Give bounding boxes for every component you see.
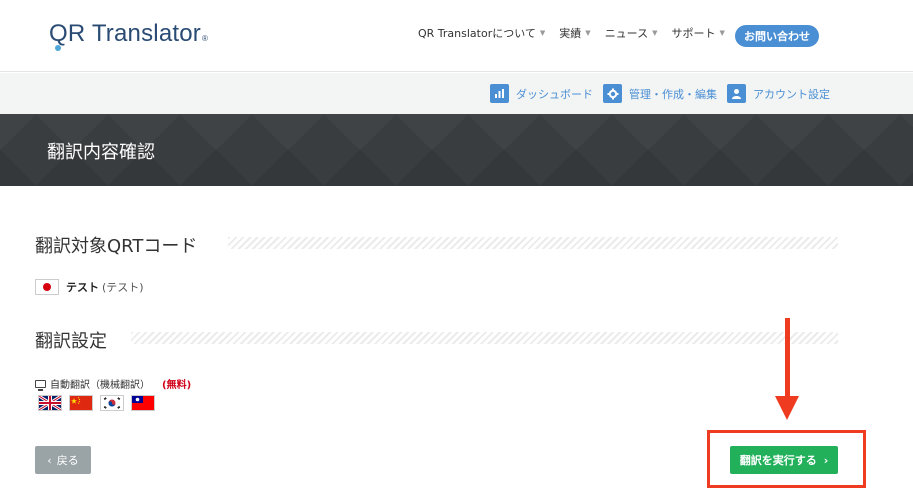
nav-item-support[interactable]: サポート ▼ bbox=[672, 25, 725, 41]
contact-button[interactable]: お問い合わせ bbox=[735, 25, 819, 47]
nav-item-news[interactable]: ニュース ▼ bbox=[605, 25, 658, 41]
chevron-left-icon: ‹ bbox=[47, 453, 52, 467]
gear-icon bbox=[603, 84, 622, 103]
nav-item-label: サポート bbox=[671, 27, 716, 40]
logo-text: R Translator bbox=[67, 20, 201, 47]
target-item-name: テスト bbox=[66, 281, 99, 294]
dashboard-link[interactable]: ダッシュボード bbox=[490, 84, 593, 103]
account-settings-link[interactable]: アカウント設定 bbox=[727, 84, 830, 103]
annotation-arrow-head bbox=[775, 396, 799, 420]
user-icon bbox=[727, 84, 746, 103]
section-divider bbox=[228, 237, 838, 249]
nav-item-label: QR Translatorについて bbox=[418, 27, 536, 40]
auto-translate-label-row: 自動翻訳（機械翻訳） (無料) bbox=[35, 376, 191, 391]
monitor-icon bbox=[35, 379, 46, 391]
target-language-flags bbox=[38, 395, 162, 411]
bar-chart-icon bbox=[490, 84, 509, 103]
chevron-down-icon: ▼ bbox=[652, 29, 658, 37]
target-item-subname: (テスト) bbox=[102, 281, 144, 294]
tw-flag-icon bbox=[131, 395, 155, 411]
execute-button-label: 翻訳を実行する bbox=[739, 454, 817, 467]
jp-flag-icon bbox=[35, 279, 59, 295]
kr-flag-icon bbox=[100, 395, 124, 411]
section-divider bbox=[131, 332, 838, 344]
execute-translation-button[interactable]: 翻訳を実行する › bbox=[730, 446, 838, 474]
logo-q: Q bbox=[49, 20, 68, 51]
chevron-down-icon: ▼ bbox=[585, 29, 591, 37]
free-badge: (無料) bbox=[162, 380, 192, 391]
nav-item-label: 実績 bbox=[559, 27, 582, 40]
cn-flag-icon bbox=[69, 395, 93, 411]
chevron-right-icon: › bbox=[823, 453, 829, 467]
target-section-heading: 翻訳対象QRTコード bbox=[35, 236, 198, 257]
manage-label: 管理・作成・編集 bbox=[629, 87, 717, 101]
chevron-down-icon: ▼ bbox=[719, 29, 725, 37]
auto-translate-label: 自動翻訳（機械翻訳） bbox=[50, 380, 150, 391]
back-button-label: 戻る bbox=[56, 454, 79, 467]
account-nav: ダッシュボード 管理・作成・編集 アカウント設定 bbox=[490, 84, 840, 103]
settings-section-heading: 翻訳設定 bbox=[35, 331, 107, 352]
dashboard-label: ダッシュボード bbox=[516, 87, 593, 101]
page-title: 翻訳内容確認 bbox=[47, 142, 155, 163]
annotation-arrow bbox=[785, 318, 790, 398]
main-nav: QR Translatorについて ▼ 実績 ▼ ニュース ▼ サポート ▼ bbox=[418, 25, 739, 41]
site-header: QR Translator ® QR Translatorについて ▼ 実績 ▼ ニュ… bbox=[0, 0, 913, 72]
chevron-down-icon: ▼ bbox=[539, 29, 546, 37]
uk-flag-icon bbox=[38, 395, 62, 411]
account-settings-label: アカウント設定 bbox=[753, 87, 830, 101]
back-button[interactable]: ‹ 戻る bbox=[35, 446, 91, 474]
nav-item-results[interactable]: 実績 ▼ bbox=[559, 25, 590, 41]
nav-item-label: ニュース bbox=[604, 27, 649, 40]
site-logo[interactable]: QR Translator ® bbox=[49, 20, 208, 51]
nav-item-about[interactable]: QR Translatorについて ▼ bbox=[418, 25, 545, 41]
manage-link[interactable]: 管理・作成・編集 bbox=[603, 84, 717, 103]
target-item: テスト (テスト) bbox=[35, 279, 144, 295]
